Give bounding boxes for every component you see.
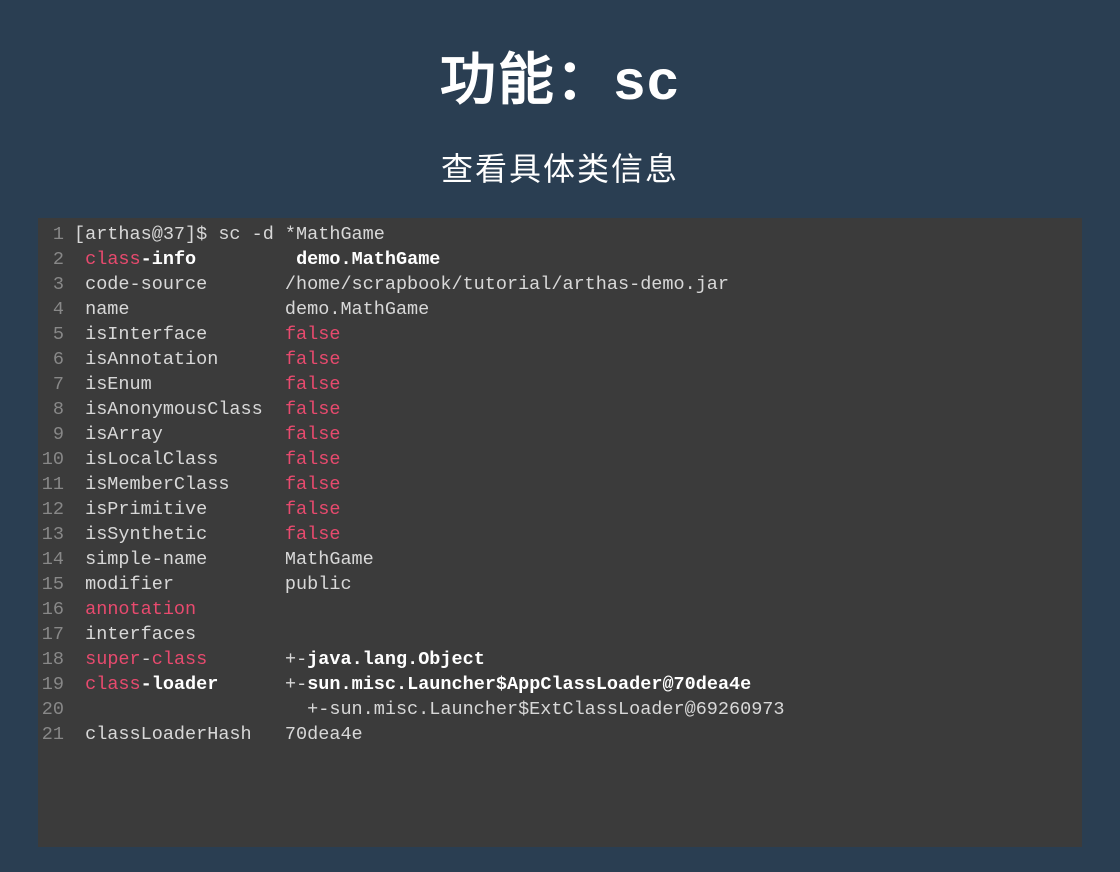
line-number: 11 (38, 472, 74, 497)
code-line: 18 super-class +-java.lang.Object (38, 647, 1082, 672)
code-content: isInterface false (74, 322, 340, 347)
code-content: isEnum false (74, 372, 340, 397)
line-number: 6 (38, 347, 74, 372)
code-content: simple-name MathGame (74, 547, 374, 572)
page-title: 功能：sc (0, 35, 1120, 116)
line-number: 16 (38, 597, 74, 622)
code-content: isAnnotation false (74, 347, 340, 372)
code-content: [arthas@37]$ sc -d *MathGame (74, 222, 385, 247)
line-number: 21 (38, 722, 74, 747)
code-content: annotation (74, 597, 196, 622)
code-line: 17 interfaces (38, 622, 1082, 647)
line-number: 18 (38, 647, 74, 672)
code-line: 14 simple-name MathGame (38, 547, 1082, 572)
code-content: name demo.MathGame (74, 297, 429, 322)
code-content: code-source /home/scrapbook/tutorial/art… (74, 272, 729, 297)
line-number: 20 (38, 697, 74, 722)
code-content: class-info demo.MathGame (74, 247, 440, 272)
code-line: 4 name demo.MathGame (38, 297, 1082, 322)
code-line: 19 class-loader +-sun.misc.Launcher$AppC… (38, 672, 1082, 697)
code-line: 9 isArray false (38, 422, 1082, 447)
code-content: +-sun.misc.Launcher$ExtClassLoader@69260… (74, 697, 785, 722)
code-line: 2 class-info demo.MathGame (38, 247, 1082, 272)
code-content: isPrimitive false (74, 497, 340, 522)
code-line: 13 isSynthetic false (38, 522, 1082, 547)
code-content: isSynthetic false (74, 522, 340, 547)
code-line: 8 isAnonymousClass false (38, 397, 1082, 422)
line-number: 4 (38, 297, 74, 322)
code-line: 10 isLocalClass false (38, 447, 1082, 472)
code-content: isLocalClass false (74, 447, 340, 472)
code-content: class-loader +-sun.misc.Launcher$AppClas… (74, 672, 751, 697)
code-content: super-class +-java.lang.Object (74, 647, 485, 672)
code-line: 3 code-source /home/scrapbook/tutorial/a… (38, 272, 1082, 297)
page-subtitle: 查看具体类信息 (0, 144, 1120, 190)
line-number: 5 (38, 322, 74, 347)
code-line: 21 classLoaderHash 70dea4e (38, 722, 1082, 747)
line-number: 2 (38, 247, 74, 272)
slide: 功能：sc 查看具体类信息 1[arthas@37]$ sc -d *MathG… (0, 0, 1120, 872)
code-line: 20 +-sun.misc.Launcher$ExtClassLoader@69… (38, 697, 1082, 722)
code-content: modifier public (74, 572, 352, 597)
line-number: 14 (38, 547, 74, 572)
code-line: 1[arthas@37]$ sc -d *MathGame (38, 222, 1082, 247)
code-line: 7 isEnum false (38, 372, 1082, 397)
code-line: 11 isMemberClass false (38, 472, 1082, 497)
line-number: 15 (38, 572, 74, 597)
code-block: 1[arthas@37]$ sc -d *MathGame2 class-inf… (38, 218, 1082, 847)
code-content: isArray false (74, 422, 340, 447)
code-line: 16 annotation (38, 597, 1082, 622)
code-line: 12 isPrimitive false (38, 497, 1082, 522)
code-line: 5 isInterface false (38, 322, 1082, 347)
code-content: interfaces (74, 622, 196, 647)
code-content: isAnonymousClass false (74, 397, 340, 422)
code-content: classLoaderHash 70dea4e (74, 722, 363, 747)
code-content: isMemberClass false (74, 472, 340, 497)
line-number: 12 (38, 497, 74, 522)
line-number: 1 (38, 222, 74, 247)
line-number: 7 (38, 372, 74, 397)
line-number: 9 (38, 422, 74, 447)
line-number: 3 (38, 272, 74, 297)
line-number: 17 (38, 622, 74, 647)
line-number: 13 (38, 522, 74, 547)
code-line: 6 isAnnotation false (38, 347, 1082, 372)
line-number: 19 (38, 672, 74, 697)
line-number: 10 (38, 447, 74, 472)
code-line: 15 modifier public (38, 572, 1082, 597)
line-number: 8 (38, 397, 74, 422)
